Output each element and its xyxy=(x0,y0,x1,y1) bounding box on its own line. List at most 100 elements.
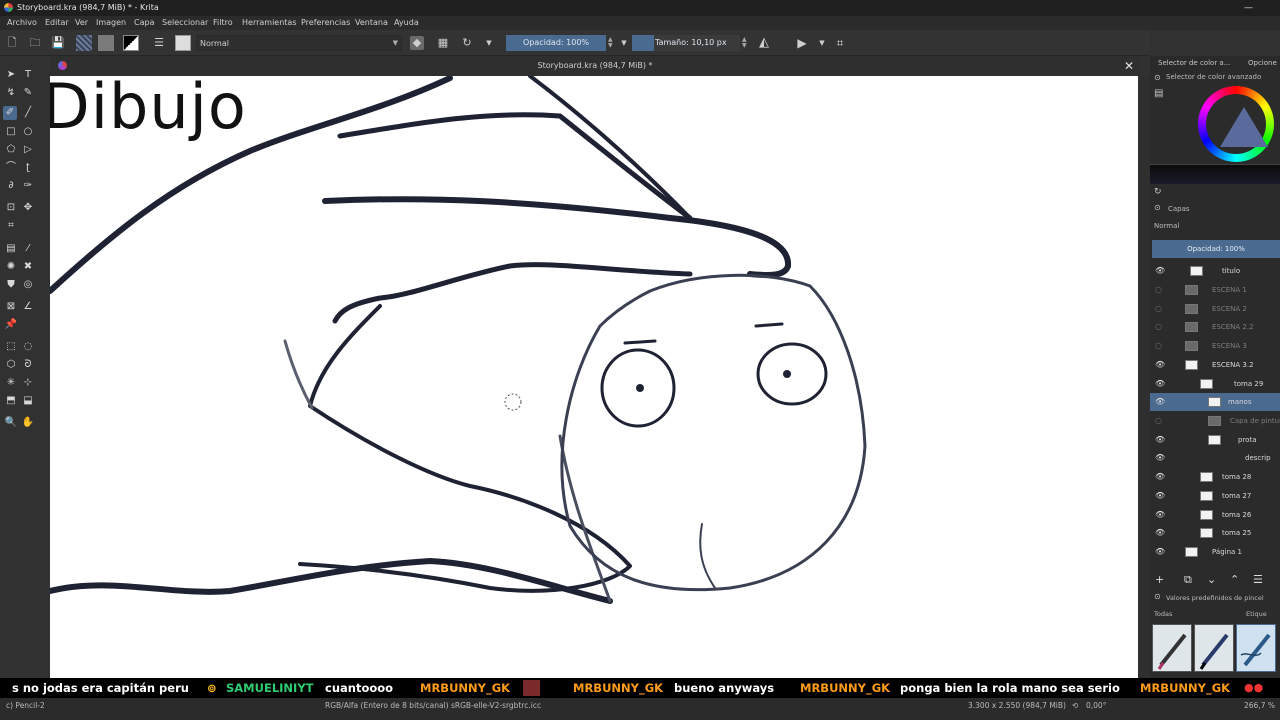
color-triangle[interactable] xyxy=(1220,107,1268,147)
menu-herramientas[interactable]: Herramientas xyxy=(242,16,297,30)
bezier-select-icon[interactable]: ⬒ xyxy=(4,394,18,408)
gradient-tool-icon[interactable]: ▤ xyxy=(4,242,18,256)
status-rotation[interactable]: 0,00° xyxy=(1086,698,1106,714)
fg-bg-color-icon[interactable] xyxy=(123,35,139,51)
layer-row[interactable]: 👁 toma 26 xyxy=(1150,506,1280,524)
edit-shapes-icon[interactable]: ↯ xyxy=(4,86,18,100)
docker-float-icon[interactable]: ⊙ xyxy=(1154,203,1161,212)
color-picker-icon[interactable]: ⁄ xyxy=(21,242,35,256)
enclose-fill-icon[interactable]: ◎ xyxy=(21,278,35,292)
menu-ventana[interactable]: Ventana xyxy=(355,16,388,30)
layer-opacity-slider[interactable]: Opacidad: 100% xyxy=(1152,240,1280,258)
eye-icon[interactable]: 👁 xyxy=(1155,262,1165,280)
reload-preset-icon[interactable]: ↻ xyxy=(460,36,474,50)
menu-imagen[interactable]: Imagen xyxy=(96,16,126,30)
duplicate-layer-icon[interactable]: ⧉ xyxy=(1184,570,1192,590)
layer-row[interactable]: 👁 Página 1 xyxy=(1150,543,1280,561)
menu-filtro[interactable]: Filtro xyxy=(213,16,233,30)
eye-icon[interactable]: 👁 xyxy=(1155,506,1165,524)
menu-preferencias[interactable]: Preferencias xyxy=(301,16,350,30)
mirror-horizontal-icon[interactable]: ◭ xyxy=(757,36,771,50)
wrap-around-icon[interactable]: ⌗ xyxy=(833,36,847,50)
status-zoom[interactable]: 266,7 % xyxy=(1244,698,1275,714)
move-layer-down-icon[interactable]: ⌄ xyxy=(1207,570,1216,590)
eye-hidden-icon[interactable]: ○ xyxy=(1155,318,1162,336)
transform-tool-icon[interactable]: ⊡ xyxy=(4,201,18,215)
eye-icon[interactable]: 👁 xyxy=(1155,468,1165,486)
freehand-select-icon[interactable]: ᘐ xyxy=(21,358,35,372)
docker-float-icon[interactable]: ⊙ xyxy=(1154,592,1161,601)
menu-archivo[interactable]: Archivo xyxy=(7,16,37,30)
minimize-button[interactable]: — xyxy=(1244,0,1253,16)
zoom-tool-icon[interactable]: 🔍 xyxy=(4,416,18,430)
layer-row[interactable]: ○ ESCENA 2.2 xyxy=(1150,318,1280,336)
blend-mode-select[interactable]: Normal ▼ xyxy=(196,35,402,51)
close-icon[interactable]: ✕ xyxy=(1124,56,1134,76)
menu-seleccionar[interactable]: Seleccionar xyxy=(162,16,208,30)
eye-icon[interactable]: 👁 xyxy=(1155,393,1165,411)
layer-row[interactable]: ○ ESCENA 1 xyxy=(1150,281,1280,299)
eye-hidden-icon[interactable]: ○ xyxy=(1155,281,1162,299)
calligraphy-icon[interactable]: ✎ xyxy=(21,86,35,100)
line-tool-icon[interactable]: ╱ xyxy=(21,106,35,120)
move-tool-icon[interactable]: ✥ xyxy=(21,201,35,215)
text-tool-icon[interactable]: T xyxy=(21,68,35,82)
mirror-vertical-icon[interactable]: ▶ xyxy=(795,36,809,50)
smart-patch-icon[interactable]: ✖ xyxy=(21,260,35,274)
brush-settings-icon[interactable]: ☰ xyxy=(152,36,166,50)
bezier-tool-icon[interactable]: ⌒ xyxy=(4,161,18,175)
eye-hidden-icon[interactable]: ○ xyxy=(1155,412,1162,430)
fill-tool-icon[interactable]: ⛊ xyxy=(4,278,18,292)
menu-editar[interactable]: Editar xyxy=(45,16,69,30)
measure-tool-icon[interactable]: ∠ xyxy=(21,300,35,314)
color-wheel[interactable] xyxy=(1198,86,1274,162)
reference-tool-icon[interactable]: 📌 xyxy=(4,318,18,332)
layer-row[interactable]: 👁 toma 29 xyxy=(1150,375,1280,393)
polygon-tool-icon[interactable]: ⬠ xyxy=(4,143,18,157)
layer-row[interactable]: ○ Capa de pintura xyxy=(1150,412,1280,430)
brush-filter-select[interactable]: Todas xyxy=(1154,608,1172,620)
chevron-down-icon[interactable]: ▼ xyxy=(815,36,829,50)
eye-hidden-icon[interactable]: ○ xyxy=(1155,300,1162,318)
layer-blend-mode[interactable]: Normal xyxy=(1154,220,1179,232)
brush-tag-label[interactable]: Etique xyxy=(1246,608,1267,620)
opacity-spin-icon[interactable]: ▲ ▼ xyxy=(608,37,613,49)
preserve-alpha-icon[interactable]: ▦ xyxy=(436,36,450,50)
eye-icon[interactable]: 👁 xyxy=(1155,375,1165,393)
layer-row[interactable]: 👁 ESCENA 3.2 xyxy=(1150,356,1280,374)
menu-ver[interactable]: Ver xyxy=(75,16,88,30)
polygon-select-icon[interactable]: ⬡ xyxy=(4,358,18,372)
layer-row[interactable]: 👁 toma 27 xyxy=(1150,487,1280,505)
eye-icon[interactable]: 👁 xyxy=(1155,449,1165,467)
eye-icon[interactable]: 👁 xyxy=(1155,543,1165,561)
layer-menu-icon[interactable]: ☰ xyxy=(1253,570,1263,590)
docker-float-icon[interactable]: ⊙ xyxy=(1154,73,1161,82)
menu-ayuda[interactable]: Ayuda xyxy=(394,16,419,30)
layer-row[interactable]: 👁 manos xyxy=(1150,393,1280,411)
vertical-scrollbar[interactable] xyxy=(1138,76,1150,682)
crop-tool-icon[interactable]: ⌗ xyxy=(4,219,18,233)
dynamic-brush-icon[interactable]: ∂ xyxy=(4,179,18,193)
rectangle-tool-icon[interactable]: □ xyxy=(4,125,18,139)
size-slider[interactable]: Tamaño: 10,10 px xyxy=(632,35,740,51)
eraser-mode-icon[interactable]: ◆ xyxy=(410,36,424,50)
layer-row[interactable]: 👁 toma 28 xyxy=(1150,468,1280,486)
layer-row[interactable]: 👁 prota xyxy=(1150,431,1280,449)
layer-row[interactable]: ○ ESCENA 3 xyxy=(1150,337,1280,355)
layer-row[interactable]: ○ ESCENA 2 xyxy=(1150,300,1280,318)
eye-icon[interactable]: 👁 xyxy=(1155,487,1165,505)
add-layer-icon[interactable]: + xyxy=(1155,570,1164,590)
brush-preset-ink[interactable] xyxy=(1194,624,1234,672)
rotate-icon[interactable]: ⟲ xyxy=(1072,698,1078,714)
pan-tool-icon[interactable]: ✋ xyxy=(21,416,35,430)
contiguous-select-icon[interactable]: ✳ xyxy=(4,376,18,390)
layer-row[interactable]: 👁 descrip xyxy=(1150,449,1280,467)
size-spin-icon[interactable]: ▲ ▼ xyxy=(742,37,747,49)
magnetic-select-icon[interactable]: ⬓ xyxy=(21,394,35,408)
save-icon[interactable]: 💾 xyxy=(51,36,65,50)
opacity-slider[interactable]: Opacidad: 100% xyxy=(506,35,606,51)
move-layer-up-icon[interactable]: ⌃ xyxy=(1230,570,1239,590)
pattern-picker-icon[interactable] xyxy=(98,35,114,51)
chevron-down-icon[interactable]: ▼ xyxy=(482,36,496,50)
eye-hidden-icon[interactable]: ○ xyxy=(1155,337,1162,355)
